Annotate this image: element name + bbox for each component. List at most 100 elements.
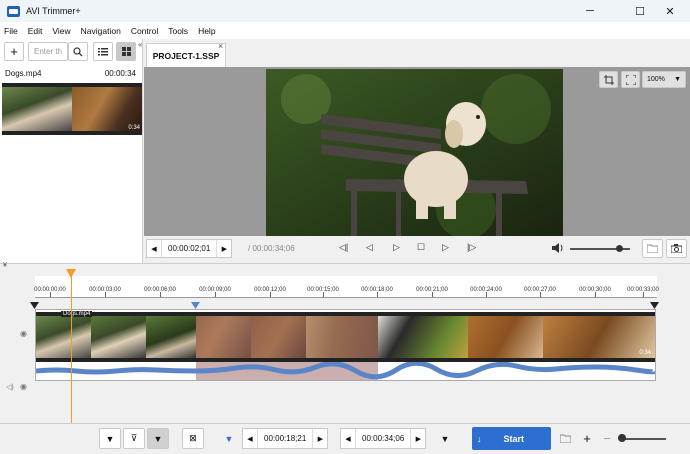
menu-help[interactable]: Help <box>198 26 215 36</box>
collapse-timeline-icon[interactable]: ¥ <box>3 262 7 269</box>
go-to-end-icon[interactable]: |▷ <box>467 242 476 253</box>
mute-icon: ⊠ <box>189 433 197 443</box>
current-time-value[interactable]: 00:00:02;01 <box>161 240 218 257</box>
timeline-zoom-thumb[interactable] <box>618 434 626 442</box>
audio-track-mute-icon[interactable]: ◁) <box>6 383 14 391</box>
search-input[interactable]: Enter th <box>28 42 68 61</box>
tick-label: 00:00:24;00 <box>470 287 502 293</box>
thumb-duration: 0:34 <box>128 125 140 131</box>
mark-out-icon: ▼ <box>440 433 450 444</box>
clip-thumbnail[interactable]: 0:34 <box>2 83 142 135</box>
bottom-toolbar: ▼ ⊽ ▼ ⊠ ▼ ◀ 00:00:18;21 ▶ ◀ 00:00:34;06 … <box>0 423 690 454</box>
menu-tools[interactable]: Tools <box>168 26 188 36</box>
menu-edit[interactable]: Edit <box>28 26 43 36</box>
filter-invert-icon: ▼ <box>153 433 163 444</box>
next-frame-icon[interactable]: ▶ <box>411 429 425 448</box>
play-icon[interactable]: ▷ <box>393 242 400 253</box>
clip-end-marker[interactable] <box>650 302 659 309</box>
filter-button[interactable]: ▼ <box>99 428 121 449</box>
mark-out-timecode[interactable]: ◀ 00:00:34;06 ▶ <box>340 428 427 449</box>
minimize-button[interactable]: ─ <box>570 0 610 22</box>
video-preview[interactable] <box>266 69 563 236</box>
zoom-value: 100% <box>647 76 665 83</box>
mark-in-timecode[interactable]: ◀ 00:00:18;21 ▶ <box>242 428 329 449</box>
plus-icon: + <box>583 431 591 446</box>
tab-project[interactable]: PROJECT-1.SSP <box>146 43 226 67</box>
search-button[interactable] <box>68 42 88 61</box>
mute-segment-button[interactable]: ⊠ <box>182 428 204 449</box>
playhead-line[interactable] <box>71 276 72 424</box>
folder-icon <box>559 434 571 443</box>
mark-in-marker[interactable] <box>191 302 200 309</box>
filter-off-icon: ⊽ <box>130 433 138 443</box>
tab-close-icon[interactable]: × <box>218 41 223 51</box>
tick-label: 00:00:12;00 <box>254 287 286 293</box>
list-icon <box>98 47 108 55</box>
fullscreen-icon <box>625 74 636 85</box>
set-mark-out-button[interactable]: ▼ <box>434 428 456 449</box>
next-frame-icon[interactable]: ▶ <box>313 429 327 448</box>
clip-duration: 00:00:34 <box>104 69 136 78</box>
mark-in-value[interactable]: 00:00:18;21 <box>257 429 314 448</box>
current-timecode[interactable]: ◀ 00:00:02;01 ▶ <box>146 239 233 258</box>
audio-track-visibility-icon[interactable]: ◉ <box>20 382 27 391</box>
prev-frame-icon[interactable]: ◀ <box>243 429 257 448</box>
folder-icon <box>647 244 658 253</box>
output-folder-button[interactable] <box>554 428 576 449</box>
title-bar: AVI Trimmer+ ─ ☐ ✕ <box>0 0 690 22</box>
prev-frame-icon[interactable]: ◀ <box>341 429 355 448</box>
next-frame-icon[interactable]: ▶ <box>217 240 231 257</box>
zoom-select[interactable]: 100% ▼ <box>642 71 686 88</box>
tick-label: 00:00:21;00 <box>416 287 448 293</box>
zoom-in-button[interactable]: + <box>576 428 598 449</box>
list-view-button[interactable] <box>93 42 113 61</box>
filter-remove-button[interactable]: ⊽ <box>123 428 145 449</box>
search-icon <box>73 46 83 56</box>
zoom-out-button[interactable]: − <box>596 428 618 449</box>
app-icon <box>7 5 20 17</box>
clip-name: Dogs.mp4 <box>5 69 42 78</box>
timeline-zoom-slider[interactable] <box>620 438 666 440</box>
thumb-frame-1 <box>2 87 72 131</box>
menu-view[interactable]: View <box>52 26 70 36</box>
tick-label: 00:00:30;00 <box>579 287 611 293</box>
set-mark-in-button[interactable]: ▼ <box>218 428 240 449</box>
open-folder-button[interactable] <box>642 239 663 258</box>
tick-label: 00:00:00;00 <box>34 287 66 293</box>
start-button[interactable]: ↓ Start <box>472 427 551 450</box>
fullscreen-button[interactable] <box>621 71 640 88</box>
tick-label: 00:00:15;00 <box>307 287 339 293</box>
snapshot-button[interactable] <box>666 239 687 258</box>
close-button[interactable]: ✕ <box>650 0 690 22</box>
playback-bar: ◀ 00:00:02;01 ▶ / 00:00:34;06 ◁| ◁ ▷ ☐ ▷… <box>144 236 690 263</box>
video-track[interactable]: Dogs.mp4 0:34 <box>30 302 659 381</box>
library-panel: + Enter th « Dogs.mp4 00:00:34 0:34 <box>0 39 143 263</box>
mark-in-icon: ▼ <box>224 433 234 444</box>
menu-file[interactable]: File <box>4 26 18 36</box>
minus-icon: − <box>603 431 611 446</box>
volume-icon[interactable] <box>552 243 564 253</box>
tick-label: 00:00:27;00 <box>524 287 556 293</box>
menu-control[interactable]: Control <box>131 26 158 36</box>
go-to-start-icon[interactable]: ◁| <box>339 242 348 253</box>
video-frame-image <box>266 69 563 236</box>
video-track-visibility-icon[interactable]: ◉ <box>20 329 27 338</box>
prev-frame-icon[interactable]: ◀ <box>147 240 161 257</box>
time-ruler[interactable]: 00:00:00;00 00:00:03;00 00:00:06;00 00:0… <box>34 276 659 298</box>
menu-navigation[interactable]: Navigation <box>81 26 121 36</box>
step-forward-icon[interactable]: ▷ <box>442 242 449 253</box>
timeline-panel: ¥ 00:00:00;00 00:00:03;00 00:00:06;00 00… <box>0 262 690 424</box>
track-filmstrip <box>36 312 655 362</box>
step-back-icon[interactable]: ◁ <box>366 242 373 253</box>
volume-slider-thumb[interactable] <box>616 245 623 252</box>
grid-view-button[interactable] <box>116 42 136 61</box>
mark-out-value[interactable]: 00:00:34;06 <box>355 429 412 448</box>
clip-start-marker[interactable] <box>30 302 39 309</box>
collapse-panel-icon[interactable]: « <box>138 40 142 49</box>
tick-label: 00:00:33;00 <box>627 287 659 293</box>
add-file-button[interactable]: + <box>4 42 24 61</box>
stop-icon[interactable]: ☐ <box>417 242 425 253</box>
download-arrow-icon: ↓ <box>476 433 482 444</box>
filter-invert-button[interactable]: ▼ <box>147 428 169 449</box>
crop-button[interactable] <box>599 71 618 88</box>
